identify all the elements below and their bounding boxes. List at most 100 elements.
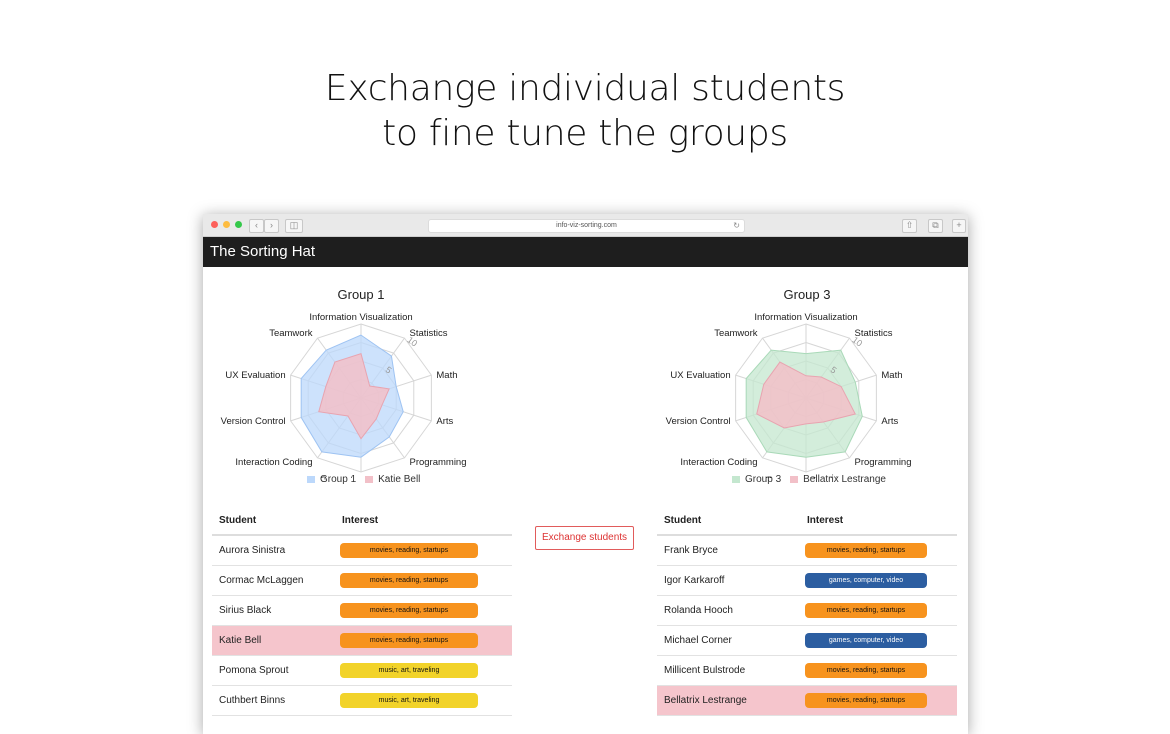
interest-cell: games, computer, video [800, 565, 957, 596]
interest-tag: movies, reading, startups [805, 663, 927, 678]
axis-label: Version Control [221, 416, 286, 427]
interest-tag: music, art, traveling [340, 693, 478, 708]
table-row[interactable]: Rolanda Hooch movies, reading, startups [657, 595, 957, 626]
table-row[interactable]: Michael Corner games, computer, video [657, 625, 957, 656]
table-row[interactable]: Cormac McLaggen movies, reading, startups [212, 565, 512, 596]
table-row[interactable]: Pomona Sprout music, art, traveling [212, 655, 512, 686]
address-bar[interactable]: info-viz-sorting.com ↻ [428, 219, 745, 233]
forward-icon[interactable]: › [264, 219, 279, 233]
student-name: Cormac McLaggen [212, 565, 335, 596]
axis-label: Information Visualization [309, 312, 412, 323]
exchange-students-button[interactable]: Exchange students [535, 526, 634, 550]
new-tab-icon[interactable]: + [952, 219, 966, 233]
group-1-title: Group 1 [337, 287, 385, 302]
student-name: Igor Karkaroff [657, 565, 800, 596]
table-row[interactable]: Frank Bryce movies, reading, startups [657, 535, 957, 566]
table-row[interactable]: Igor Karkaroff games, computer, video [657, 565, 957, 596]
legend-label-group-1: Group 1 [320, 474, 357, 485]
interest-cell: music, art, traveling [335, 685, 512, 716]
browser-toolbar: ‹ › ◫ info-viz-sorting.com ↻ ⇧ ⧉ + [203, 214, 968, 237]
reload-icon[interactable]: ↻ [733, 220, 740, 232]
axis-label: Programming [854, 457, 911, 468]
interest-cell: movies, reading, startups [800, 595, 957, 626]
zoom-window-button[interactable] [235, 221, 242, 228]
legend-swatch-student [790, 476, 799, 483]
interest-cell: movies, reading, startups [335, 565, 512, 596]
interest-cell: games, computer, video [800, 625, 957, 656]
share-icon[interactable]: ⇧ [902, 219, 917, 233]
sidebar-icon[interactable]: ◫ [285, 219, 303, 233]
column-header-student: Student [657, 506, 800, 536]
interest-cell: movies, reading, startups [335, 625, 512, 656]
interest-tag: games, computer, video [805, 573, 927, 588]
group-3-student-table: Student Interest Frank Bryce movies, read… [657, 506, 957, 716]
legend-label-student: Bellatrix Lestrange [803, 474, 886, 485]
axis-label: Arts [881, 416, 898, 427]
interest-cell: movies, reading, startups [800, 655, 957, 686]
student-name: Pomona Sprout [212, 655, 335, 686]
browser-window: ‹ › ◫ info-viz-sorting.com ↻ ⇧ ⧉ + The S… [203, 214, 968, 734]
student-name: Rolanda Hooch [657, 595, 800, 626]
interest-tag: movies, reading, startups [340, 633, 478, 648]
student-name: Katie Bell [212, 625, 335, 656]
minimize-window-button[interactable] [223, 221, 230, 228]
student-name: Michael Corner [657, 625, 800, 656]
axis-label: Interaction Coding [235, 457, 312, 468]
tabs-icon[interactable]: ⧉ [928, 219, 943, 233]
column-header-student: Student [212, 506, 335, 536]
legend-swatch-student [365, 476, 374, 483]
app-header: The Sorting Hat [203, 237, 968, 267]
interest-cell: music, art, traveling [335, 655, 512, 686]
axis-label: Math [436, 370, 457, 381]
legend-swatch-group-1 [307, 476, 315, 483]
table-row[interactable]: Katie Bell movies, reading, startups [212, 625, 512, 656]
interest-cell: movies, reading, startups [335, 535, 512, 566]
group-3-title: Group 3 [783, 287, 831, 302]
axis-label: Math [881, 370, 902, 381]
interest-tag: movies, reading, startups [805, 603, 927, 618]
axis-label: Statistics [409, 328, 447, 339]
student-name: Sirius Black [212, 595, 335, 626]
close-window-button[interactable] [211, 221, 218, 228]
axis-label: Arts [436, 416, 453, 427]
legend-label-student: Katie Bell [378, 474, 421, 485]
interest-tag: music, art, traveling [340, 663, 478, 678]
table-row[interactable]: Millicent Bulstrode movies, reading, star… [657, 655, 957, 686]
axis-label: Version Control [666, 416, 731, 427]
student-name: Millicent Bulstrode [657, 655, 800, 686]
group-1-legend: Group 1 Katie Bell [307, 474, 420, 485]
legend-label-group-3: Group 3 [745, 474, 782, 485]
table-row[interactable]: Aurora Sinistra movies, reading, startups [212, 535, 512, 566]
table-row[interactable]: Sirius Black movies, reading, startups [212, 595, 512, 626]
headline-line-1: Exchange individual students [324, 68, 846, 109]
interest-tag: movies, reading, startups [805, 693, 927, 708]
interest-cell: movies, reading, startups [800, 535, 957, 566]
interest-tag: movies, reading, startups [340, 543, 478, 558]
interest-tag: movies, reading, startups [340, 573, 478, 588]
interest-tag: movies, reading, startups [340, 603, 478, 618]
student-name: Cuthbert Binns [212, 685, 335, 716]
axis-label: Teamwork [269, 328, 313, 339]
interest-cell: movies, reading, startups [335, 595, 512, 626]
back-icon[interactable]: ‹ [249, 219, 264, 233]
axis-label: UX Evaluation [225, 370, 285, 381]
axis-label: UX Evaluation [670, 370, 730, 381]
table-row[interactable]: Cuthbert Binns music, art, traveling [212, 685, 512, 716]
table-row[interactable]: Bellatrix Lestrange movies, reading, star… [657, 685, 957, 716]
group-3-legend: Group 3 Bellatrix Lestrange [732, 474, 886, 485]
axis-label: Information Visualization [754, 312, 857, 323]
column-header-interest: Interest [800, 506, 957, 536]
headline-line-2: to fine tune the groups [382, 113, 788, 154]
axis-label: Teamwork [714, 328, 758, 339]
axis-label: Interaction Coding [680, 457, 757, 468]
app-title: The Sorting Hat [210, 243, 316, 260]
student-name: Frank Bryce [657, 535, 800, 566]
column-header-interest: Interest [335, 506, 512, 536]
axis-label: Statistics [854, 328, 892, 339]
interest-cell: movies, reading, startups [800, 685, 957, 716]
interest-tag: games, computer, video [805, 633, 927, 648]
interest-tag: movies, reading, startups [805, 543, 927, 558]
student-name: Aurora Sinistra [212, 535, 335, 566]
student-name: Bellatrix Lestrange [657, 685, 800, 716]
url-text: info-viz-sorting.com [556, 222, 617, 229]
